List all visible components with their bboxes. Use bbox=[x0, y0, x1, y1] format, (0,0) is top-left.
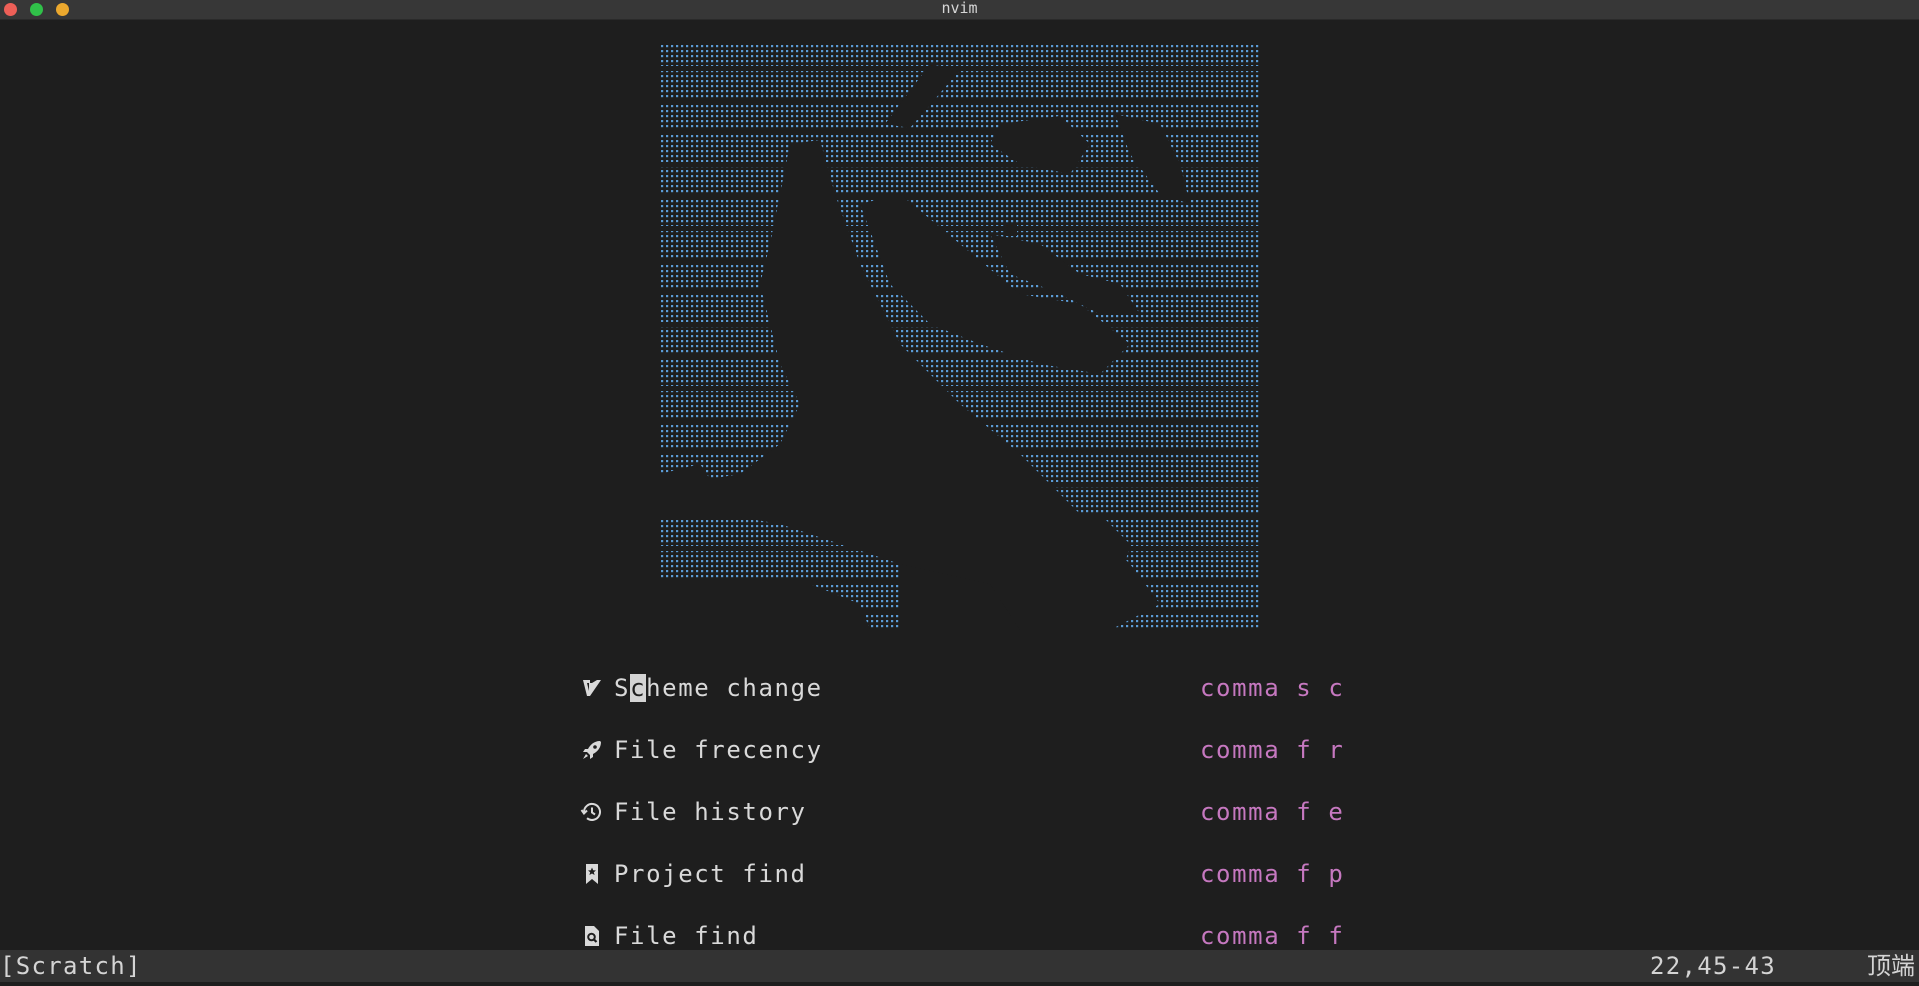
menu-item-label: File history bbox=[614, 798, 807, 826]
file-search-icon bbox=[580, 924, 606, 950]
cursor-position: 22,45-43 bbox=[1650, 952, 1776, 980]
history-icon bbox=[580, 800, 606, 826]
text-cursor: c bbox=[630, 674, 647, 702]
dashboard-item-project-find[interactable]: Project find comma f p bbox=[580, 857, 1343, 891]
menu-item-label: File find bbox=[614, 922, 759, 950]
menu-item-shortcut: comma f p bbox=[1200, 860, 1345, 888]
nvim-window: nvim Scheme change comma s c File frecen… bbox=[0, 0, 1919, 986]
dashboard-item-file-history[interactable]: File history comma f e bbox=[580, 795, 1343, 829]
dashboard-item-scheme-change[interactable]: Scheme change comma s c bbox=[580, 671, 1343, 705]
menu-item-shortcut: comma f r bbox=[1200, 736, 1345, 764]
menu-item-shortcut: comma f f bbox=[1200, 922, 1345, 950]
status-line: [Scratch] 22,45-43 顶端 bbox=[0, 950, 1919, 982]
dashboard-item-file-frecency[interactable]: File frecency comma f r bbox=[580, 733, 1343, 767]
menu-item-label: Project find bbox=[614, 860, 807, 888]
ascii-art-image bbox=[660, 44, 1260, 630]
menu-item-shortcut: comma f e bbox=[1200, 798, 1345, 826]
title-bar: nvim bbox=[0, 0, 1919, 20]
scroll-indicator: 顶端 bbox=[1867, 952, 1915, 980]
dashboard[interactable]: Scheme change comma s c File frecency co… bbox=[0, 20, 1919, 950]
dashboard-item-file-find[interactable]: File find comma f f bbox=[580, 919, 1343, 953]
window-title: nvim bbox=[941, 0, 978, 17]
command-line[interactable] bbox=[0, 982, 1919, 986]
buffer-name: [Scratch] bbox=[0, 952, 142, 980]
menu-item-label: File frecency bbox=[614, 736, 823, 764]
vim-logo-icon bbox=[580, 676, 606, 702]
menu-item-label: Scheme change bbox=[614, 674, 823, 702]
menu-item-shortcut: comma s c bbox=[1200, 674, 1345, 702]
bookmark-icon bbox=[580, 862, 606, 888]
rocket-icon bbox=[580, 738, 606, 764]
